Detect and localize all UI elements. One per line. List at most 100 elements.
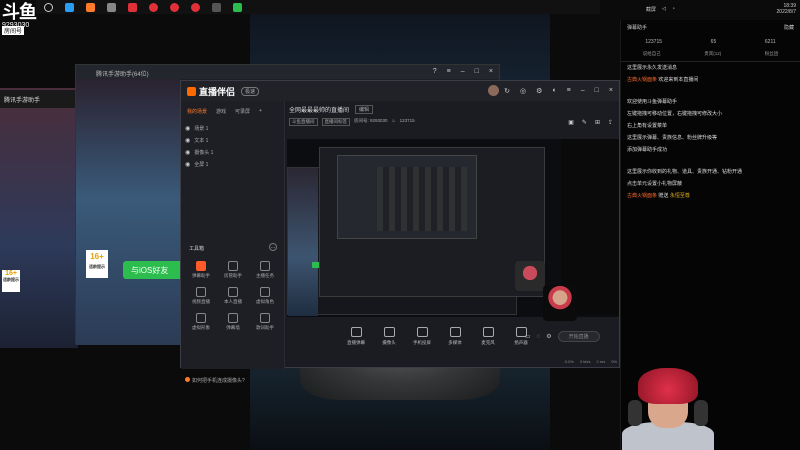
settings-icon[interactable]: ⚙ <box>536 87 542 95</box>
start-live-button[interactable]: 开始直播 <box>557 331 600 342</box>
maximize-icon[interactable]: □ <box>475 68 479 75</box>
close-icon[interactable]: × <box>489 68 493 75</box>
search-icon[interactable] <box>44 2 53 12</box>
eye-icon[interactable]: ◉ <box>185 161 190 168</box>
tab-screen-capture[interactable]: 可录屏 <box>235 108 250 115</box>
live-danmu-button[interactable]: 直播弹幕 <box>345 327 367 346</box>
play-icon <box>449 327 461 337</box>
source-list: ◉ 场景 1 ◉ 文本 1 ◉ 摄像头 1 ◉ 全屏 1 <box>181 122 284 170</box>
app-logo: 直播伴侣 <box>187 85 235 98</box>
age-rating-badge: 16+ 适龄提示 <box>86 250 108 278</box>
title-bar: 直播伴侣 极速 ↻ ◎ ⚙ ◐ ≡ – □ × <box>181 81 619 101</box>
tool-room-manager[interactable]: 房管助手 <box>217 261 249 279</box>
record-icon[interactable] <box>107 2 116 12</box>
add-icon[interactable]: ⊞ <box>595 119 600 126</box>
phone-cast-button[interactable]: 手机投屏 <box>411 327 433 346</box>
task-icon <box>260 261 270 271</box>
green-app-icon[interactable] <box>233 2 242 12</box>
ios-friends-button[interactable]: 与iOS好友 <box>123 261 185 279</box>
microphone-button[interactable]: 麦克风 <box>477 327 499 346</box>
mode-badge[interactable]: 极速 <box>241 86 260 96</box>
fire-icon: ♨ <box>391 118 396 123</box>
share-icon[interactable]: ⇪ <box>608 119 613 126</box>
help-link[interactable]: 如何把手机连成摄像头? <box>185 377 245 384</box>
gear-icon[interactable]: ⚙ <box>546 333 551 340</box>
edge-browser-icon[interactable] <box>65 2 74 12</box>
game-icon[interactable] <box>212 2 221 12</box>
tool-video-live[interactable]: 视频直播 <box>185 287 217 305</box>
tool-danmu-assistant[interactable]: 弹幕助手 <box>185 261 217 279</box>
toolbox-title: 工具箱 <box>189 246 205 252</box>
douyu-icon[interactable] <box>86 2 95 12</box>
eye-icon[interactable]: ◉ <box>185 125 190 132</box>
help-icon[interactable]: ? <box>433 68 437 75</box>
tag-chip[interactable]: 直播间标签 <box>321 118 350 126</box>
toolbox-grid: 弹幕助手 房管助手 主播任务 视频直播 本人直播 虚拟角色 虚拟形象 弹幕墙 歌… <box>185 261 281 331</box>
tab-vip[interactable]: 贵宾(12) <box>704 51 721 57</box>
tab-fan-club[interactable]: 粉丝团 <box>765 51 779 57</box>
tool-virtual-role[interactable]: 虚拟角色 <box>249 287 281 305</box>
brush-icon[interactable]: ✎ <box>582 119 587 126</box>
room-title[interactable]: 全网最最最帅的直播间 <box>289 105 349 114</box>
lock-icon[interactable]: ▣ <box>568 119 574 126</box>
tab-self[interactable]: 说给自己 <box>643 51 661 57</box>
background-game-window <box>0 88 78 348</box>
close-icon[interactable]: × <box>609 87 613 95</box>
red-app-icon[interactable] <box>191 2 200 12</box>
tab-games[interactable]: 游戏 <box>216 108 226 115</box>
source-item[interactable]: ◉ 文本 1 <box>185 134 280 146</box>
eye-icon[interactable]: ◉ <box>185 137 190 144</box>
emulator-game-view[interactable] <box>76 79 181 345</box>
refresh-icon[interactable]: ↻ <box>504 87 510 95</box>
red-app-icon[interactable] <box>128 2 137 12</box>
latency-status: 0 ms <box>596 359 606 364</box>
tool-self-live[interactable]: 本人直播 <box>217 287 249 305</box>
avatar[interactable] <box>488 85 499 96</box>
webcam-hair <box>638 368 698 404</box>
age-rating-badge: 16+ 适龄提示 <box>2 270 20 292</box>
tab-my-scenes[interactable]: 我的场景 <box>187 108 207 115</box>
volume-icon[interactable]: ◁ <box>662 6 666 12</box>
tool-host-tasks[interactable]: 主播任务 <box>249 261 281 279</box>
source-item[interactable]: ◉ 场景 1 <box>185 122 280 134</box>
scene-tabs: 我的场景 游戏 可录屏 + <box>181 101 284 122</box>
minimize-icon[interactable]: – <box>581 87 585 95</box>
panel-hide-button[interactable]: 隐藏 <box>784 24 794 31</box>
media-button[interactable]: 多媒体 <box>444 327 466 346</box>
more-icon[interactable]: … <box>269 243 277 251</box>
info-icon <box>185 377 190 382</box>
category-chip[interactable]: 斗鱼直播间 <box>289 118 318 126</box>
eye-icon[interactable]: ◉ <box>185 149 190 156</box>
maximize-icon[interactable]: □ <box>595 87 599 95</box>
status-bar: 0.0% 0 kb/s 0 ms 0% <box>285 359 621 364</box>
tool-virtual-avatar[interactable]: 虚拟形象 <box>185 313 217 331</box>
tab-add[interactable]: + <box>259 108 262 115</box>
network-icon[interactable]: ◔ <box>672 6 675 12</box>
red-app-icon[interactable] <box>149 2 158 12</box>
camera-button[interactable]: 摄像头 <box>378 327 400 346</box>
loop-icon[interactable]: ◌ <box>537 334 541 340</box>
source-item[interactable]: ◉ 摄像头 1 <box>185 146 280 158</box>
douyu-logo-icon <box>187 86 196 96</box>
user-icon <box>228 261 238 271</box>
panel-stats: 123715 65 6211 <box>621 35 800 49</box>
clock[interactable]: 18:39 2022/8/7 <box>777 3 796 15</box>
live-companion-window[interactable]: 直播伴侣 极速 ↻ ◎ ⚙ ◐ ≡ – □ × 我的场景 游戏 可录屏 + ◉ … <box>180 80 621 384</box>
tray-label[interactable]: 截屏 <box>646 6 656 13</box>
message-icon[interactable]: ◎ <box>520 87 526 95</box>
cpu-status: 0.0% <box>564 359 574 364</box>
red-app-icon[interactable] <box>170 2 179 12</box>
panel-tabs: 说给自己 贵宾(12) 粉丝团 <box>621 49 800 62</box>
menu-icon[interactable]: ≡ <box>567 87 571 95</box>
tool-danmu-wall[interactable]: 弹幕墙 <box>217 313 249 331</box>
chat-message: 古典火锅面条 赠送 永恒至尊 <box>627 193 690 199</box>
minimize-icon[interactable]: – <box>461 68 465 75</box>
skin-icon[interactable]: ◐ <box>552 87 556 95</box>
edit-title-button[interactable]: 编辑 <box>355 105 374 114</box>
chat-message: 欢迎使用斗鱼弹幕助手 <box>627 99 678 105</box>
source-item[interactable]: ◉ 全屏 1 <box>185 158 280 170</box>
tool-lyrics[interactable]: 歌词助手 <box>249 313 281 331</box>
background-window-title: 腾讯手游助手 <box>0 90 78 108</box>
record-icon[interactable]: ▭ <box>525 333 531 340</box>
menu-icon[interactable]: ≡ <box>447 68 451 75</box>
